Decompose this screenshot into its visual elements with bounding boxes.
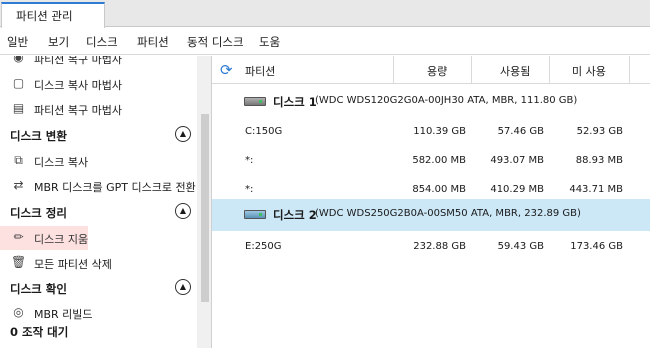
disk-row[interactable]: 디스크 1 (WDC WDS120G2G0A-00JH30 ATA, MBR, … [212,86,650,118]
tab-partition-management[interactable]: 파티션 관리 [1,2,105,28]
partition-name: *: [245,155,254,166]
partition-used: 57.46 GB [497,126,544,137]
section-disk-convert: 디스크 변환 ▲ [0,123,197,147]
partition-recovery-icon: ▤ [12,101,25,115]
column-divider [549,56,550,84]
disk-name: 디스크 1 [273,95,317,109]
rebuild-mbr-icon: ◎ [13,305,24,319]
column-divider [393,56,394,84]
menu-general[interactable]: 일반 [7,34,28,50]
sidebar-item-disk-copy[interactable]: ⧉ 디스크 복사 [0,149,197,173]
section-disk-cleanup: 디스크 정리 ▲ [0,200,197,224]
sidebar: ◉ 파티션 복구 마법사 ▢ 디스크 복사 마법사 ▤ 파티션 복구 마법사 디… [0,56,212,348]
menu-partition[interactable]: 파티션 [137,34,169,50]
column-divider [471,56,472,84]
partition-used: 410.29 MB [490,184,544,195]
partition-table: ⟳ 파티션 용량 사용됨 미 사용 디스크 1 (WDC WDS120G2G0A… [212,56,650,348]
column-used[interactable]: 사용됨 [500,63,530,79]
table-row[interactable]: E:250G 232.88 GB 59.43 GB 173.46 GB [212,234,650,262]
partition-capacity: 110.39 GB [413,126,466,137]
table-header: ⟳ 파티션 용량 사용됨 미 사용 [212,56,650,84]
tab-bar: 파티션 관리 [0,0,650,28]
sidebar-item-partition-recovery[interactable]: ▤ 파티션 복구 마법사 [0,97,197,121]
eraser-icon: ✏ [13,230,24,244]
partition-capacity: 582.00 MB [412,155,466,166]
menu-disk[interactable]: 디스크 [86,34,118,50]
menu-dynamic-disk[interactable]: 동적 디스크 [187,34,244,50]
partition-capacity: 232.88 GB [413,241,466,252]
partition-free: 52.93 GB [576,126,623,137]
column-partition[interactable]: 파티션 [245,63,275,79]
partition-free: 88.93 MB [575,155,623,166]
table-row[interactable]: C:150G 110.39 GB 57.46 GB 52.93 GB [212,119,650,147]
hard-disk-icon [244,97,266,106]
menu-help[interactable]: 도움 [259,34,280,50]
partition-capacity: 854.00 MB [412,184,466,195]
partition-used: 59.43 GB [497,241,544,252]
chevron-up-icon[interactable]: ▲ [175,126,191,142]
partition-name: *: [245,184,254,195]
column-unused[interactable]: 미 사용 [572,63,606,79]
sidebar-item-disk-copy-wizard[interactable]: ▢ 디스크 복사 마법사 [0,72,197,96]
disk-copy-icon: ⧉ [14,153,23,167]
pending-operations-status: 0 조작 대기 [10,325,69,339]
sidebar-item-wipe-disk[interactable]: ✏ 디스크 지움 [0,226,88,250]
partition-free: 173.46 GB [570,241,623,252]
refresh-icon[interactable]: ⟳ [220,61,233,79]
column-divider [629,56,630,84]
disk-info: (WDC WDS120G2G0A-00JH30 ATA, MBR, 111.80… [315,95,578,106]
chevron-up-icon[interactable]: ▲ [175,203,191,219]
chevron-up-icon[interactable]: ▲ [175,279,191,295]
sidebar-item-mbr-to-gpt[interactable]: ⇄ MBR 디스크를 GPT 디스크로 전환 [0,174,197,198]
sidebar-item-rebuild-mbr[interactable]: ◎ MBR 리빌드 [0,301,197,325]
sidebar-item-partition-recovery-top[interactable]: ◉ 파티션 복구 마법사 [0,56,197,70]
partition-recovery-icon: ◉ [13,56,24,64]
convert-icon: ⇄ [13,178,24,192]
sidebar-scrollbar[interactable] [197,56,211,348]
disk-copy-wizard-icon: ▢ [12,76,25,90]
partition-name: C:150G [245,126,283,137]
disk-row-selected[interactable]: 디스크 2 (WDC WDS250G2B0A-00SM50 ATA, MBR, … [212,199,650,231]
table-row[interactable]: *: 582.00 MB 493.07 MB 88.93 MB [212,148,650,176]
partition-free: 443.71 MB [569,184,623,195]
tab-label: 파티션 관리 [16,9,73,23]
disk-name: 디스크 2 [273,208,317,222]
scrollbar-thumb[interactable] [201,114,209,302]
column-capacity[interactable]: 용량 [427,63,447,79]
menu-view[interactable]: 보기 [48,34,69,50]
partition-used: 493.07 MB [490,155,544,166]
section-disk-check: 디스크 확인 ▲ [0,276,197,300]
sidebar-item-delete-all-partitions[interactable]: 🗑 모든 파티션 삭제 [0,251,197,275]
disk-info: (WDC WDS250G2B0A-00SM50 ATA, MBR, 232.89… [315,208,581,219]
trash-icon: 🗑 [11,255,27,269]
hard-disk-icon [244,210,266,219]
partition-name: E:250G [245,241,282,252]
menu-bar: 일반 보기 디스크 파티션 동적 디스크 도움 [0,28,650,55]
